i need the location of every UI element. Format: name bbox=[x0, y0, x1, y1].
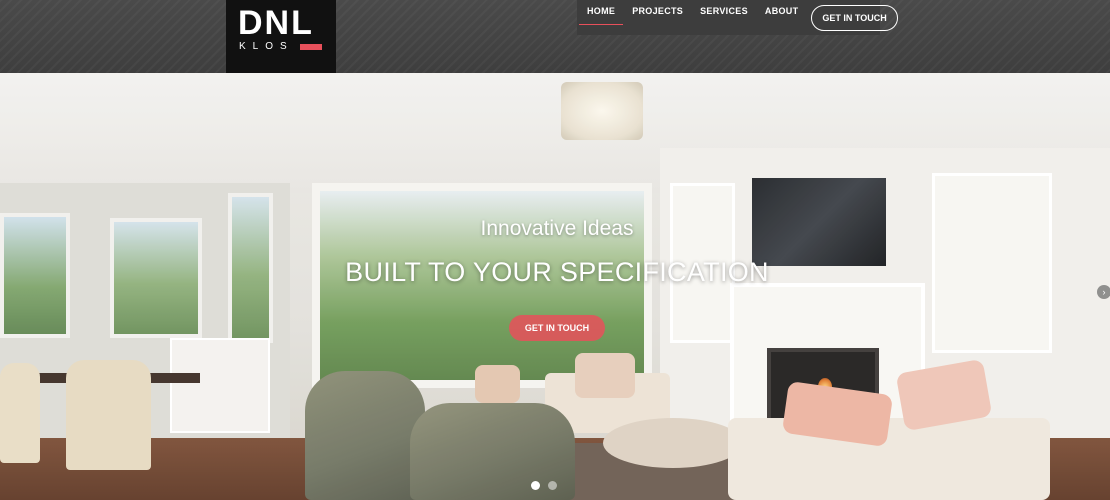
site-header: DNL KLOS HOME PROJECTS SERVICES ABOUT GE… bbox=[0, 0, 1110, 73]
nav-item-about[interactable]: ABOUT bbox=[765, 0, 799, 35]
hero-kicker: Innovative Ideas bbox=[480, 217, 634, 240]
slider-dot[interactable] bbox=[548, 481, 557, 490]
hero-title: BUILT TO YOUR SPECIFICATION bbox=[345, 257, 769, 287]
slider-pagination bbox=[531, 481, 557, 490]
site-logo[interactable]: DNL KLOS bbox=[226, 0, 336, 73]
nav-item-home[interactable]: HOME bbox=[578, 0, 624, 35]
hero-get-in-touch-button[interactable]: GET IN TOUCH bbox=[509, 315, 605, 341]
nav-item-services[interactable]: SERVICES bbox=[700, 0, 748, 35]
hero-slider: Innovative Ideas BUILT TO YOUR SPECIFICA… bbox=[0, 73, 1110, 500]
chevron-right-icon[interactable]: › bbox=[1097, 285, 1110, 299]
logo-sub-text: KLOS bbox=[239, 41, 294, 52]
logo-accent-bar bbox=[300, 44, 322, 50]
nav-get-in-touch-button[interactable]: GET IN TOUCH bbox=[811, 4, 898, 31]
main-nav: HOME PROJECTS SERVICES ABOUT GET IN TOUC… bbox=[577, 0, 898, 35]
slider-dot[interactable] bbox=[531, 481, 540, 490]
nav-item-projects[interactable]: PROJECTS bbox=[632, 0, 683, 35]
logo-main-text: DNL bbox=[238, 4, 314, 42]
